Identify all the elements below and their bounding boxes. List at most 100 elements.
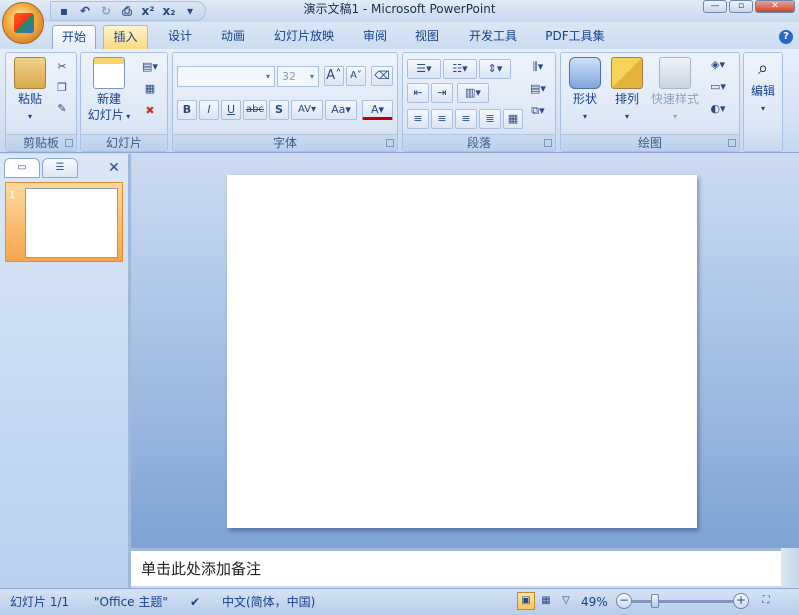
distributed-icon[interactable]: ▦ xyxy=(503,109,523,129)
customize-qat-button[interactable]: ▾ xyxy=(181,2,199,20)
window-controls: — ▫ ✕ xyxy=(703,0,795,13)
grow-font-button[interactable]: A˄ xyxy=(324,66,344,86)
align-text-icon[interactable]: ▤▾ xyxy=(525,79,551,99)
quick-styles-label: 快速样式 xyxy=(650,92,699,106)
notes-pane[interactable]: 单击此处添加备注 xyxy=(131,548,781,586)
tab-home[interactable]: 开始 xyxy=(52,25,96,49)
subscript-button[interactable]: x₂ xyxy=(160,2,178,20)
tab-developer[interactable]: 开发工具 xyxy=(462,25,524,49)
zoom-slider-thumb[interactable] xyxy=(651,594,659,608)
align-center-icon[interactable]: ≡ xyxy=(431,109,453,129)
zoom-in-icon[interactable]: + xyxy=(733,593,749,609)
slide-thumbnail[interactable] xyxy=(25,188,118,258)
arrange-icon xyxy=(611,57,643,89)
shapes-button[interactable]: 形状 ▾ xyxy=(565,57,605,125)
maximize-button[interactable]: ▫ xyxy=(729,0,753,13)
zoom-slider[interactable] xyxy=(632,600,738,603)
new-slide-label-1: 新建 xyxy=(96,92,121,106)
slide-canvas[interactable] xyxy=(227,175,697,528)
layout-icon[interactable]: ▤▾ xyxy=(137,57,163,77)
new-slide-button[interactable]: 新建 幻灯片 ▾ xyxy=(83,57,135,125)
normal-view-icon[interactable]: ▣ xyxy=(517,592,535,610)
quick-styles-button[interactable]: 快速样式 ▾ xyxy=(649,57,701,125)
justify-icon[interactable]: ≣ xyxy=(479,109,501,129)
font-color-button[interactable]: A▾ xyxy=(362,100,393,120)
zoom-level[interactable]: 49% xyxy=(581,592,608,612)
zoom-out-icon[interactable]: − xyxy=(616,593,632,609)
char-spacing-button[interactable]: AV▾ xyxy=(291,100,323,120)
font-group-label: 字体 xyxy=(173,134,397,151)
clear-formatting-icon[interactable]: ⌫ xyxy=(371,66,393,86)
shape-effects-icon[interactable]: ◐▾ xyxy=(703,99,733,119)
columns-icon[interactable]: ▥▾ xyxy=(457,83,489,103)
language-indicator: 中文(简体，中国) xyxy=(222,595,316,609)
change-case-button[interactable]: Aa▾ xyxy=(325,100,357,120)
decrease-indent-icon[interactable]: ⇤ xyxy=(407,83,429,103)
arrange-button[interactable]: 排列 ▾ xyxy=(607,57,647,125)
notes-scrollbar[interactable] xyxy=(781,548,799,586)
help-icon[interactable]: ? xyxy=(779,30,793,44)
line-spacing-icon[interactable]: ⇕▾ xyxy=(479,59,511,79)
paragraph-group-label: 段落 xyxy=(403,134,555,151)
superscript-button[interactable]: x² xyxy=(139,2,157,20)
save-icon[interactable]: ▪ xyxy=(55,2,73,20)
tab-review[interactable]: 审阅 xyxy=(355,25,395,49)
strikethrough-button[interactable]: abc xyxy=(243,100,267,120)
format-painter-icon[interactable]: ✎ xyxy=(52,99,72,119)
char-spacing-label: AV xyxy=(297,104,311,115)
bullets-icon[interactable]: ☰▾ xyxy=(407,59,441,79)
bold-button[interactable]: B xyxy=(177,100,197,120)
tab-design[interactable]: 设计 xyxy=(160,25,200,49)
close-pane-icon[interactable]: ✕ xyxy=(106,160,122,176)
close-button[interactable]: ✕ xyxy=(755,0,795,13)
drawing-group: 形状 ▾ 排列 ▾ 快速样式 ▾ ◈▾ ▭▾ ◐▾ 绘图 xyxy=(560,52,740,152)
tab-view[interactable]: 视图 xyxy=(407,25,447,49)
tab-animations[interactable]: 动画 xyxy=(212,25,254,49)
editing-button[interactable]: ⌕ 编辑 ▾ xyxy=(746,57,780,117)
clipboard-launcher-icon[interactable] xyxy=(65,139,73,147)
font-size-select[interactable]: 32 ▾ xyxy=(277,66,319,87)
redo-icon[interactable]: ↻ xyxy=(97,2,115,20)
fit-to-window-icon[interactable]: ⛶ xyxy=(757,592,775,610)
chevron-down-icon: ▾ xyxy=(265,72,270,81)
spell-check-icon[interactable]: ✔ xyxy=(190,592,200,612)
shapes-label: 形状 xyxy=(572,92,597,106)
slide-sorter-icon[interactable]: ▦ xyxy=(537,592,555,610)
tab-insert[interactable]: 插入 xyxy=(103,25,148,49)
paragraph-launcher-icon[interactable] xyxy=(544,139,552,147)
slides-tab-icon[interactable]: ▭ xyxy=(4,158,40,178)
shape-fill-icon[interactable]: ◈▾ xyxy=(703,55,733,75)
cut-icon[interactable]: ✂ xyxy=(52,57,72,77)
align-right-icon[interactable]: ≡ xyxy=(455,109,477,129)
slideshow-view-icon[interactable]: ▽ xyxy=(557,592,575,610)
undo-icon[interactable]: ↶ xyxy=(76,2,94,20)
drawing-launcher-icon[interactable] xyxy=(728,139,736,147)
font-launcher-icon[interactable] xyxy=(386,139,394,147)
print-preview-icon[interactable]: ⎙ xyxy=(118,2,136,20)
paste-button[interactable]: 粘贴 ▾ xyxy=(10,57,50,125)
quick-styles-icon xyxy=(659,57,691,89)
paste-icon xyxy=(14,57,46,89)
numbering-icon[interactable]: ☷▾ xyxy=(443,59,477,79)
minimize-button[interactable]: — xyxy=(703,0,727,13)
outline-tab-icon[interactable]: ☰ xyxy=(42,158,78,178)
reset-slide-icon[interactable]: ▦ xyxy=(137,79,163,99)
paragraph-group: ☰▾ ☷▾ ⇕▾ ⫼▾ ⇤ ⇥ ▥▾ ▤▾ ≡ ≡ ≡ ≣ ▦ ⧉▾ 段落 xyxy=(402,52,556,152)
copy-icon[interactable]: ❐ xyxy=(52,78,72,98)
text-direction-icon[interactable]: ⫼▾ xyxy=(525,57,551,77)
smartart-icon[interactable]: ⧉▾ xyxy=(525,101,551,121)
shrink-font-button[interactable]: A˅ xyxy=(346,66,366,86)
align-left-icon[interactable]: ≡ xyxy=(407,109,429,129)
office-button[interactable] xyxy=(2,2,44,44)
tab-pdf-tools[interactable]: PDF工具集 xyxy=(538,25,612,49)
shape-outline-icon[interactable]: ▭▾ xyxy=(703,77,733,97)
underline-button[interactable]: U xyxy=(221,100,241,120)
italic-button[interactable]: I xyxy=(199,100,219,120)
increase-indent-icon[interactable]: ⇥ xyxy=(431,83,453,103)
arrange-label: 排列 xyxy=(614,92,639,106)
delete-slide-icon[interactable]: ✖ xyxy=(137,101,163,121)
shadow-button[interactable]: S xyxy=(269,100,289,120)
tab-slideshow[interactable]: 幻灯片放映 xyxy=(268,25,340,49)
status-bar: 幻灯片 1/1 "Office 主题" ✔ 中文(简体，中国) ▣ ▦ ▽ 49… xyxy=(0,588,799,615)
font-name-select[interactable]: ▾ xyxy=(177,66,275,87)
